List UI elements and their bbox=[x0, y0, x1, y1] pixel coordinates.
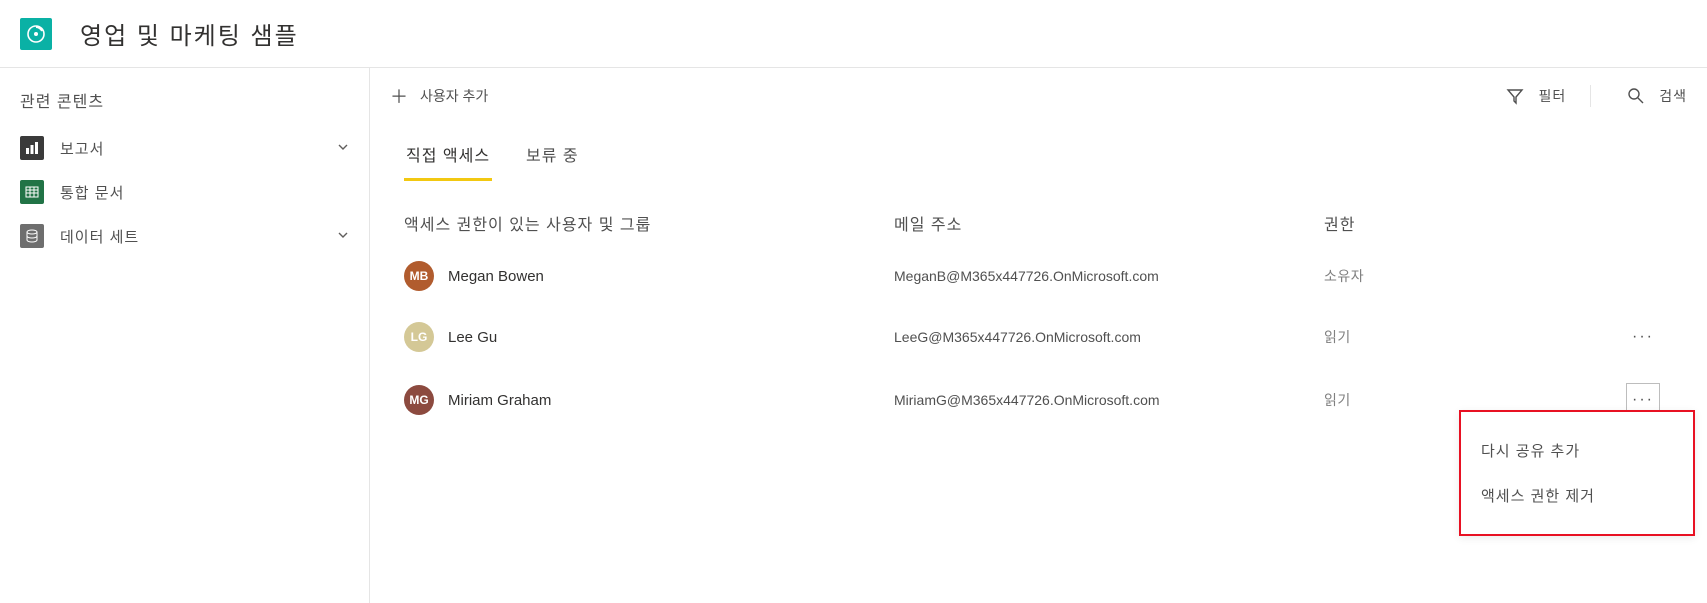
sidebar-item-datasets[interactable]: 데이터 세트 bbox=[0, 214, 369, 258]
menu-item-reshare[interactable]: 다시 공유 추가 bbox=[1461, 428, 1693, 473]
user-name: Lee Gu bbox=[448, 329, 497, 346]
tab-pending[interactable]: 보류 중 bbox=[524, 142, 581, 181]
table-row[interactable]: LG Lee Gu LeeG@M365x447726.OnMicrosoft.c… bbox=[370, 306, 1707, 369]
search-button[interactable]: 검색 bbox=[1627, 86, 1687, 106]
chevron-down-icon bbox=[337, 140, 349, 156]
user-cell: LG Lee Gu bbox=[404, 322, 894, 352]
permission-cell: 소유자 bbox=[1324, 266, 1613, 286]
filter-icon bbox=[1506, 87, 1524, 105]
app-icon bbox=[20, 18, 52, 50]
col-header-email: 메일 주소 bbox=[894, 211, 1324, 235]
toolbar: ＋ 사용자 추가 필터 검색 bbox=[370, 68, 1707, 124]
toolbar-divider bbox=[1590, 85, 1591, 107]
email-cell: LeeG@M365x447726.OnMicrosoft.com bbox=[894, 329, 1324, 345]
sidebar-item-workbooks[interactable]: 통합 문서 bbox=[0, 170, 369, 214]
permission-cell: 읽기 bbox=[1324, 327, 1613, 347]
sidebar-item-label: 데이터 세트 bbox=[60, 226, 337, 247]
sidebar: 관련 콘텐츠 보고서 통합 문서 데이터 세트 bbox=[0, 68, 370, 603]
workbook-icon bbox=[20, 180, 44, 204]
main-container: 관련 콘텐츠 보고서 통합 문서 데이터 세트 bbox=[0, 68, 1707, 603]
user-name: Miriam Graham bbox=[448, 392, 551, 409]
sidebar-item-label: 통합 문서 bbox=[60, 182, 349, 203]
col-header-permission: 권한 bbox=[1324, 211, 1613, 235]
report-icon bbox=[20, 136, 44, 160]
email-cell: MeganB@M365x447726.OnMicrosoft.com bbox=[894, 268, 1324, 284]
more-cell: ··· bbox=[1613, 320, 1673, 354]
chevron-down-icon bbox=[337, 228, 349, 244]
plus-icon: ＋ bbox=[390, 83, 408, 109]
user-name: Megan Bowen bbox=[448, 268, 544, 285]
more-options-button[interactable]: ··· bbox=[1626, 320, 1660, 354]
page-title: 영업 및 마케팅 샘플 bbox=[80, 16, 299, 51]
header: 영업 및 마케팅 샘플 bbox=[0, 0, 1707, 68]
table-header: 액세스 권한이 있는 사용자 및 그룹 메일 주소 권한 bbox=[370, 181, 1707, 247]
dataset-icon bbox=[20, 224, 44, 248]
col-header-more bbox=[1613, 211, 1673, 235]
sidebar-item-label: 보고서 bbox=[60, 138, 337, 159]
tab-direct-access[interactable]: 직접 액세스 bbox=[404, 142, 492, 181]
filter-button[interactable]: 필터 bbox=[1506, 86, 1566, 106]
sidebar-title: 관련 콘텐츠 bbox=[0, 84, 369, 126]
menu-item-remove-access[interactable]: 액세스 권한 제거 bbox=[1461, 473, 1693, 518]
content: ＋ 사용자 추가 필터 검색 직접 액세스 보류 중 액세스 권한이 있는 사용… bbox=[370, 68, 1707, 603]
context-menu: 다시 공유 추가 액세스 권한 제거 bbox=[1459, 410, 1695, 536]
col-header-user: 액세스 권한이 있는 사용자 및 그룹 bbox=[404, 211, 894, 235]
avatar: LG bbox=[404, 322, 434, 352]
table-row[interactable]: MB Megan Bowen MeganB@M365x447726.OnMicr… bbox=[370, 247, 1707, 306]
add-user-label: 사용자 추가 bbox=[420, 86, 488, 106]
user-cell: MB Megan Bowen bbox=[404, 261, 894, 291]
add-user-button[interactable]: ＋ 사용자 추가 bbox=[390, 83, 488, 109]
email-cell: MiriamG@M365x447726.OnMicrosoft.com bbox=[894, 392, 1324, 408]
filter-label: 필터 bbox=[1538, 86, 1566, 106]
avatar: MB bbox=[404, 261, 434, 291]
search-icon bbox=[1627, 87, 1645, 105]
tabs: 직접 액세스 보류 중 bbox=[370, 124, 1707, 181]
avatar: MG bbox=[404, 385, 434, 415]
search-label: 검색 bbox=[1659, 86, 1687, 106]
sidebar-item-reports[interactable]: 보고서 bbox=[0, 126, 369, 170]
user-cell: MG Miriam Graham bbox=[404, 385, 894, 415]
permission-cell: 읽기 bbox=[1324, 390, 1613, 410]
